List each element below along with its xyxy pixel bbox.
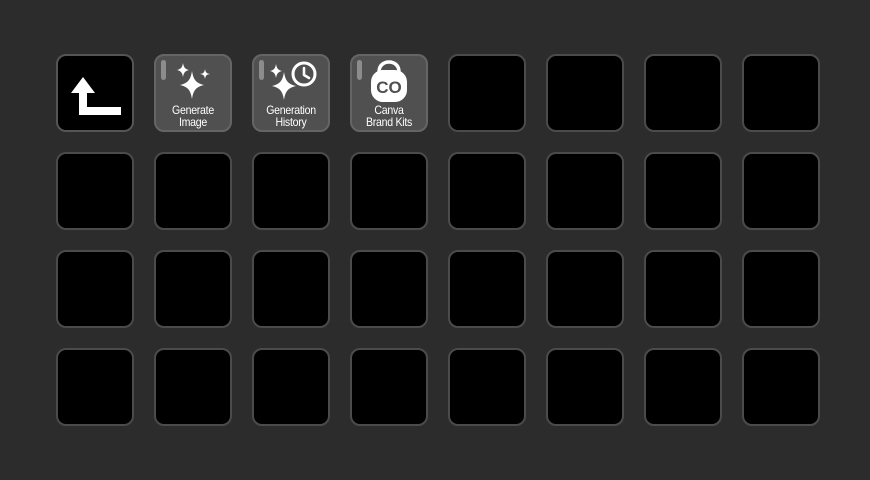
empty-key[interactable] [154,250,232,328]
empty-key[interactable] [350,152,428,230]
empty-key[interactable] [350,250,428,328]
empty-key[interactable] [448,250,526,328]
empty-key[interactable] [742,250,820,328]
sparkles-icon [156,60,230,104]
stream-deck-grid: Generate Image Generation History CO Can… [56,54,820,426]
empty-key[interactable] [252,152,330,230]
generation-history-label: Generation History [266,103,316,129]
empty-key[interactable] [644,152,722,230]
empty-key[interactable] [644,348,722,426]
empty-key[interactable] [448,348,526,426]
empty-key[interactable] [350,348,428,426]
empty-key[interactable] [742,152,820,230]
empty-key[interactable] [742,348,820,426]
generation-history-button[interactable]: Generation History [252,54,330,132]
canva-brand-kits-button[interactable]: CO Canva Brand Kits [350,54,428,132]
canva-brand-kit-icon: CO [352,60,426,104]
empty-key[interactable] [644,54,722,132]
empty-key[interactable] [154,348,232,426]
empty-key[interactable] [56,250,134,328]
empty-key[interactable] [742,54,820,132]
empty-key[interactable] [546,250,624,328]
canva-logo-text: CO [376,78,402,97]
empty-key[interactable] [546,54,624,132]
generate-image-button[interactable]: Generate Image [154,54,232,132]
generate-image-label: Generate Image [172,103,214,129]
empty-key[interactable] [448,152,526,230]
back-button[interactable] [56,54,134,132]
empty-key[interactable] [252,250,330,328]
empty-key[interactable] [56,348,134,426]
canva-brand-kits-label: Canva Brand Kits [365,103,413,129]
empty-key[interactable] [56,152,134,230]
empty-key[interactable] [546,348,624,426]
empty-key[interactable] [448,54,526,132]
empty-key[interactable] [546,152,624,230]
empty-key[interactable] [252,348,330,426]
back-arrow-icon [71,77,121,115]
empty-key[interactable] [154,152,232,230]
sparkles-clock-icon [254,60,328,104]
empty-key[interactable] [644,250,722,328]
